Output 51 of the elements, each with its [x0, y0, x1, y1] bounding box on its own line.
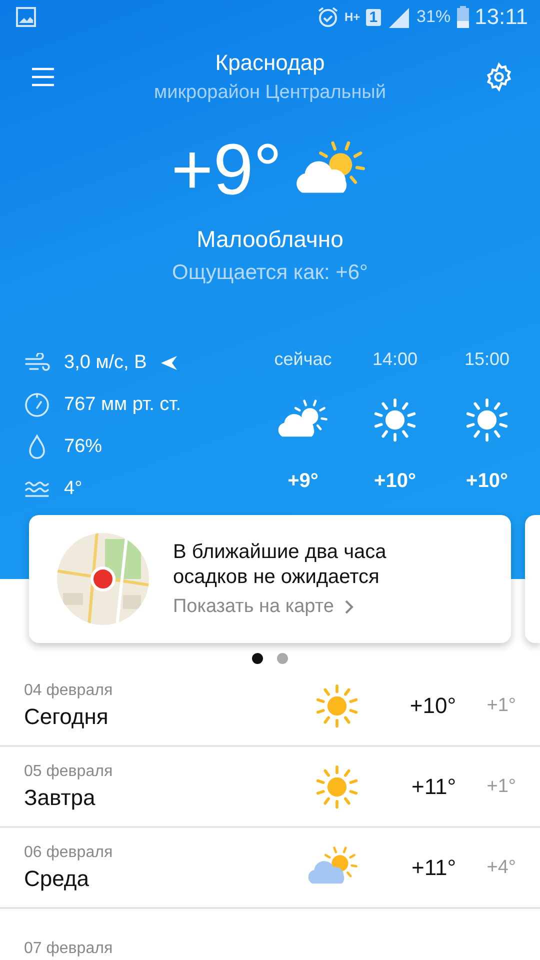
high-temperature: +10°: [408, 692, 456, 718]
high-temperature: +11°: [410, 774, 456, 800]
day-date: 05 февраля: [24, 762, 114, 780]
day-date: 06 февраля: [24, 844, 114, 862]
hour-label: 14:00: [372, 349, 418, 370]
show-on-map-link[interactable]: Показать на карте: [173, 596, 386, 618]
forecast-text: осадков не ожидается: [173, 565, 380, 590]
sim-indicator: 1: [366, 8, 381, 26]
low-temperature: +1°: [486, 776, 516, 798]
day-name: Сегодня: [24, 704, 110, 730]
detail-value: 4°: [64, 478, 82, 500]
detail-value: 3,0 м/с, В: [64, 352, 147, 374]
detail-value: 76%: [64, 436, 102, 458]
condition-text: Малооблачно: [196, 226, 344, 253]
hour-temperature: +9°: [288, 470, 318, 493]
alarm-clock-icon: [316, 6, 339, 28]
chevron-icon: [344, 599, 354, 615]
day-date: 07 февраля: [24, 940, 114, 958]
feels-like-text: Ощущается как: +6°: [171, 261, 369, 285]
hour-temperature: +10°: [466, 470, 508, 493]
wind-icon: [24, 353, 50, 373]
day-date: 04 февраля: [24, 682, 114, 700]
battery-percent: 31%: [416, 7, 451, 27]
day-name: Завтра: [24, 784, 96, 810]
hour-temperature: +10°: [374, 470, 416, 493]
image-icon: [16, 7, 36, 27]
day-name: Среда: [24, 866, 90, 892]
sun-icon: [372, 397, 418, 443]
direction-arrow-icon: [160, 356, 177, 370]
high-temperature: +11°: [410, 854, 456, 880]
district-name: микрорайон Центральный: [154, 82, 386, 104]
sun-icon: [314, 764, 360, 810]
low-temperature: +1°: [486, 694, 516, 716]
sun-icon: [314, 682, 360, 728]
battery-icon: [456, 6, 469, 28]
city-name: Краснодар: [215, 50, 325, 76]
waves-icon: [24, 480, 50, 498]
hour-label: 15:00: [464, 349, 510, 370]
precipitation-card[interactable]: В ближайшие два часа осадков не ожидается Показать на карте: [29, 515, 511, 643]
page-dot[interactable]: [252, 653, 263, 664]
signal-icon: [386, 6, 411, 28]
hour-label: сейчас: [274, 349, 332, 370]
clock: 13:11: [474, 4, 528, 30]
page-dot[interactable]: [277, 653, 288, 664]
forecast-text: В ближайшие два часа: [173, 540, 386, 565]
low-temperature: +4°: [486, 856, 516, 878]
gauge-icon: [24, 392, 50, 418]
network-type: H+: [344, 10, 360, 24]
sun-icon: [464, 397, 510, 443]
current-temperature: +9°: [171, 134, 282, 206]
detail-value: 767 мм рт. ст.: [64, 394, 182, 416]
